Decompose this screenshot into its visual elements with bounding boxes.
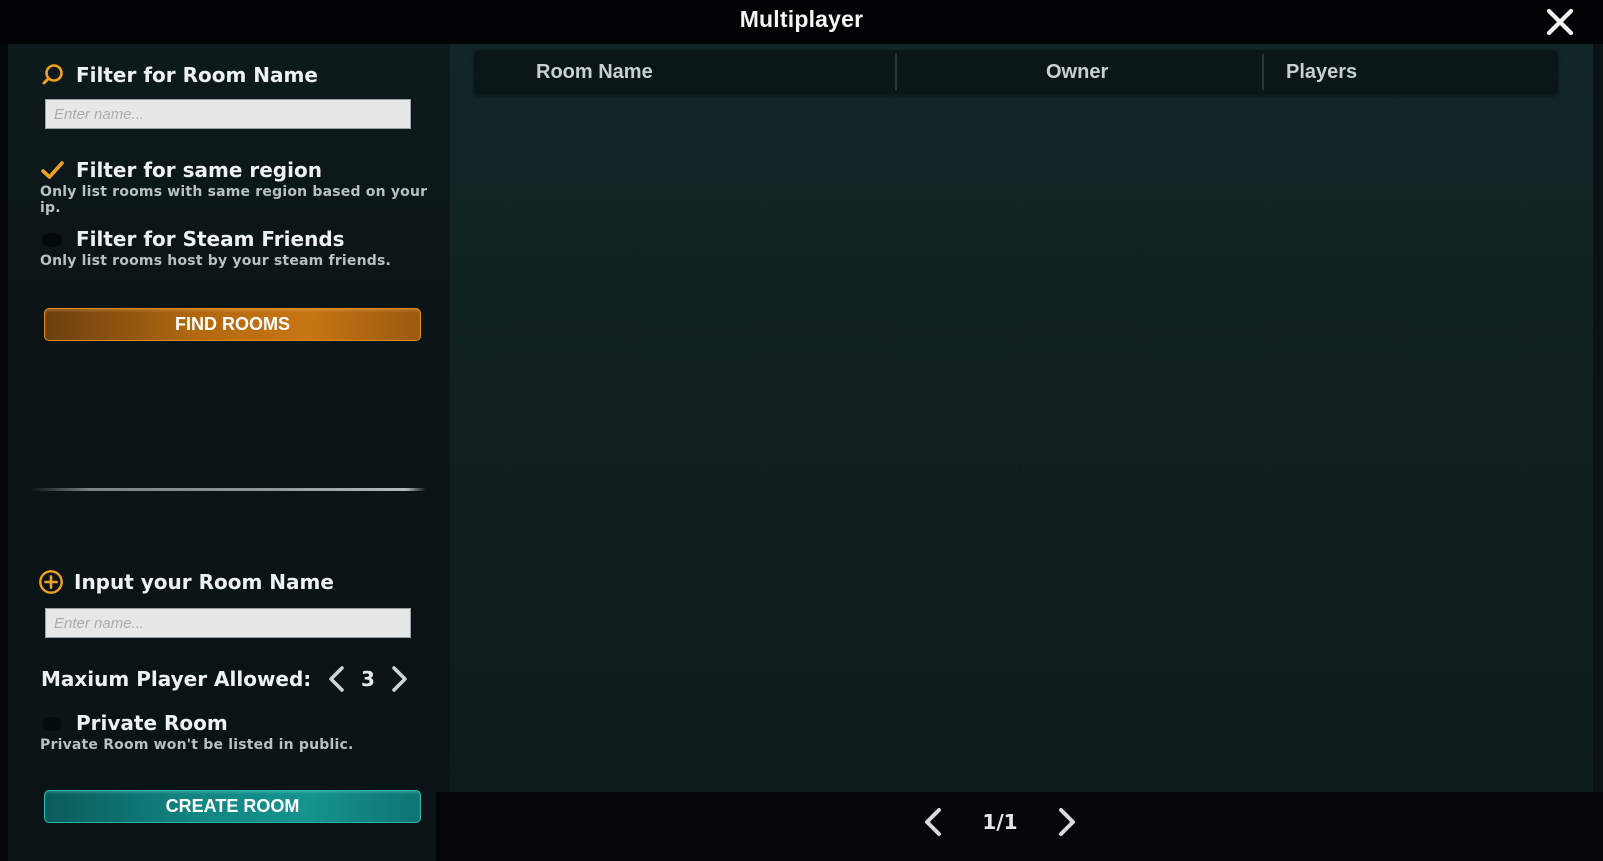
- max-players-decrease-button[interactable]: [326, 665, 348, 693]
- same-region-label: Filter for same region: [76, 158, 322, 182]
- column-header-players[interactable]: Players: [1286, 50, 1357, 94]
- chevron-left-icon: [329, 666, 344, 692]
- private-room-description: Private Room won't be listed in public.: [40, 737, 354, 753]
- search-icon: [40, 62, 66, 88]
- chevron-right-icon: [392, 666, 407, 692]
- chevron-right-icon: [1058, 808, 1075, 836]
- room-table-header: Room Name Owner Players: [474, 50, 1558, 94]
- max-players-value: 3: [361, 667, 375, 691]
- private-room-checkbox[interactable]: [40, 712, 66, 734]
- add-circle-icon: [38, 569, 64, 595]
- section-divider: [30, 488, 426, 491]
- background-edge: [1593, 44, 1603, 792]
- room-list[interactable]: [474, 100, 1558, 780]
- create-room-button[interactable]: CREATE ROOM: [44, 790, 421, 823]
- pagination-bar: 1/1: [436, 792, 1603, 861]
- filter-room-name-label: Filter for Room Name: [76, 63, 318, 87]
- steam-friends-checkbox[interactable]: [40, 228, 66, 250]
- chevron-left-icon: [925, 808, 941, 836]
- window-title: Multiplayer: [739, 6, 864, 32]
- checkmark-icon: [41, 161, 64, 179]
- multiplayer-window: Multiplayer Filter for Room Name Enter n…: [0, 0, 1603, 861]
- max-players-increase-button[interactable]: [388, 665, 410, 693]
- private-room-option: Private Room Private Room won't be liste…: [40, 711, 354, 753]
- column-header-owner[interactable]: Owner: [1046, 50, 1108, 94]
- pagination: 1/1: [920, 802, 1080, 842]
- close-icon: [1546, 8, 1574, 36]
- filter-room-name-heading: Filter for Room Name: [40, 62, 318, 88]
- create-room-name-input[interactable]: [45, 608, 411, 638]
- filter-create-panel: Filter for Room Name Filter for same reg…: [8, 44, 450, 861]
- private-room-label: Private Room: [76, 711, 228, 735]
- steam-friends-filter: Filter for Steam Friends Only list rooms…: [40, 227, 391, 269]
- unchecked-box-icon: [42, 717, 62, 731]
- room-list-panel: Room Name Owner Players: [450, 44, 1593, 792]
- filter-room-name-input[interactable]: [45, 99, 411, 129]
- create-room-name-label: Input your Room Name: [74, 570, 334, 594]
- unchecked-box-icon: [42, 233, 62, 247]
- same-region-filter: Filter for same region Only list rooms w…: [40, 158, 450, 216]
- max-players-stepper: 3: [326, 663, 410, 695]
- title-bar: Multiplayer: [0, 0, 1603, 44]
- max-players-label: Maxium Player Allowed:: [41, 667, 312, 691]
- same-region-description: Only list rooms with same region based o…: [40, 184, 428, 216]
- column-header-room-name[interactable]: Room Name: [536, 50, 653, 94]
- column-separator: [1262, 54, 1264, 90]
- next-page-button[interactable]: [1054, 806, 1080, 838]
- find-rooms-button[interactable]: FIND ROOMS: [44, 308, 421, 341]
- steam-friends-description: Only list rooms host by your steam frien…: [40, 253, 392, 269]
- steam-friends-label: Filter for Steam Friends: [76, 227, 345, 251]
- close-button[interactable]: [1545, 7, 1575, 37]
- page-indicator: 1/1: [982, 810, 1018, 834]
- column-separator: [895, 54, 897, 90]
- same-region-checkbox[interactable]: [40, 159, 66, 181]
- create-room-name-heading: Input your Room Name: [38, 569, 334, 595]
- previous-page-button[interactable]: [920, 806, 946, 838]
